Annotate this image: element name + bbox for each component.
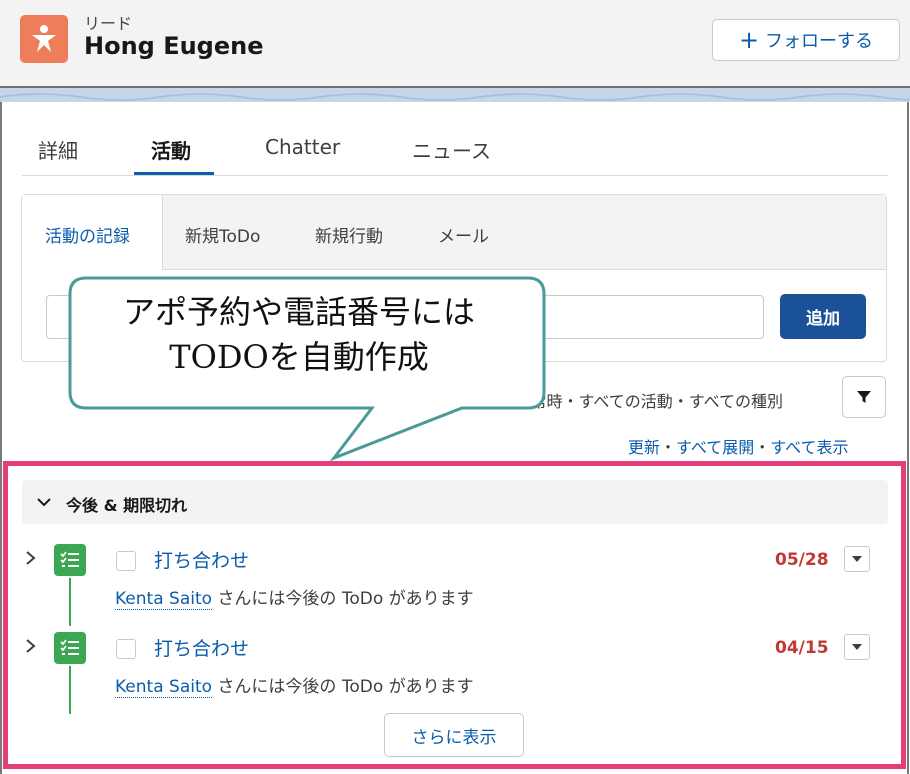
subtab-log-activity[interactable]: 活動の記録 <box>45 222 130 247</box>
follow-label: フォローする <box>765 31 874 52</box>
row-actions-button[interactable] <box>844 546 870 572</box>
callout-line-2: TODOを自動作成 <box>169 338 429 376</box>
task-due-date: 04/15 <box>775 638 829 658</box>
task-description: Kenta Saito さんには今後の ToDo があります <box>115 672 474 698</box>
link-separator: ・ <box>660 438 677 457</box>
subtab-new-event[interactable]: 新規行動 <box>315 222 383 247</box>
object-type-label: リード <box>84 14 133 33</box>
timeline-links: 更新・すべて展開・すべて表示 <box>628 434 849 458</box>
task-title-link[interactable]: 打ち合わせ <box>154 546 249 573</box>
filter-funnel-icon <box>857 391 871 403</box>
active-tab-indicator <box>134 172 214 175</box>
expand-all-link[interactable]: すべて展開 <box>676 438 754 457</box>
show-all-link[interactable]: すべて表示 <box>770 438 848 457</box>
tab-chatter[interactable]: Chatter <box>265 135 340 159</box>
task-list-icon <box>54 632 86 664</box>
upcoming-overdue-section[interactable]: 今後 & 期限切れ <box>22 480 888 524</box>
plus-icon: + <box>738 26 760 54</box>
chevron-right-icon[interactable] <box>24 638 38 654</box>
timeline-connector <box>69 666 71 714</box>
assignee-link[interactable]: Kenta Saito <box>115 677 213 698</box>
lead-person-icon <box>20 15 68 63</box>
caret-down-icon <box>852 556 862 562</box>
row-actions-button[interactable] <box>844 634 870 660</box>
timeline-item: 打ち合わせ 05/28 Kenta Saito さんには今後の ToDo があり… <box>0 544 910 634</box>
section-label: 今後 & 期限切れ <box>66 496 188 515</box>
task-complete-checkbox[interactable] <box>116 551 136 571</box>
callout-text: アポ予約や電話番号には TODOを自動作成 <box>64 290 534 380</box>
add-button[interactable]: 追加 <box>780 294 866 339</box>
chevron-right-icon[interactable] <box>24 550 38 566</box>
filter-button[interactable] <box>842 376 886 418</box>
follow-button[interactable]: + フォローする <box>712 19 900 61</box>
decorative-banner <box>0 88 910 102</box>
show-more-button[interactable]: さらに表示 <box>384 713 524 757</box>
timeline-connector <box>69 578 71 626</box>
caret-down-icon <box>852 644 862 650</box>
task-description-text: さんには今後の ToDo があります <box>217 677 474 697</box>
subtab-new-todo[interactable]: 新規ToDo <box>185 222 260 247</box>
task-description: Kenta Saito さんには今後の ToDo があります <box>115 584 474 610</box>
link-separator: ・ <box>754 438 771 457</box>
task-title-link[interactable]: 打ち合わせ <box>154 634 249 661</box>
filter-summary: 条件: 常時・すべての活動・すべての種別 <box>488 392 783 411</box>
refresh-link[interactable]: 更新 <box>628 438 660 457</box>
callout-line-1: アポ予約や電話番号には <box>122 293 475 331</box>
record-title: Hong Eugene <box>84 32 264 60</box>
task-list-icon <box>54 544 86 576</box>
assignee-link[interactable]: Kenta Saito <box>115 589 213 610</box>
tabs-divider <box>22 175 888 176</box>
timeline-item: 打ち合わせ 04/15 Kenta Saito さんには今後の ToDo があり… <box>0 632 910 722</box>
chevron-down-icon <box>37 498 51 507</box>
task-complete-checkbox[interactable] <box>116 639 136 659</box>
tab-activity[interactable]: 活動 <box>151 135 191 164</box>
record-header: リード Hong Eugene + フォローする <box>0 0 910 88</box>
subtab-email[interactable]: メール <box>438 222 489 247</box>
tab-details[interactable]: 詳細 <box>38 135 78 164</box>
tab-news[interactable]: ニュース <box>412 135 491 164</box>
task-due-date: 05/28 <box>775 550 829 570</box>
task-description-text: さんには今後の ToDo があります <box>217 589 474 609</box>
